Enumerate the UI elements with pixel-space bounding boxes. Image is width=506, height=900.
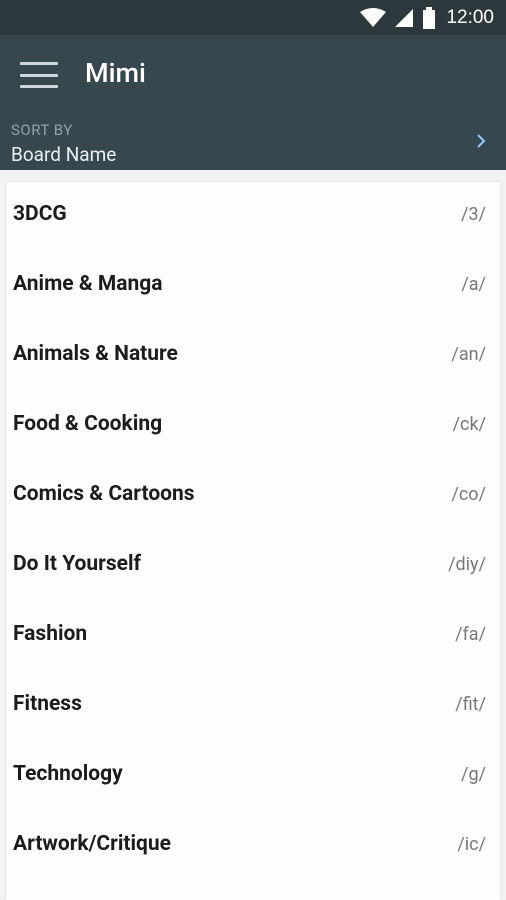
signal-icon	[394, 8, 414, 28]
board-code: /fit/	[455, 694, 486, 715]
board-list: 3DCG /3/ Anime & Manga /a/ Animals & Nat…	[6, 182, 500, 900]
board-name: Do It Yourself	[13, 552, 142, 576]
app-title: Mimi	[85, 57, 146, 89]
board-name: Artwork/Critique	[13, 832, 171, 856]
board-code: /diy/	[448, 554, 486, 575]
board-name: 3DCG	[13, 202, 67, 226]
board-row[interactable]: Artwork/Critique /ic/	[6, 812, 500, 882]
board-row[interactable]: Animals & Nature /an/	[6, 322, 500, 392]
board-name: Food & Cooking	[13, 412, 163, 436]
board-code: /ic/	[457, 834, 486, 855]
board-code: /3/	[461, 204, 486, 225]
board-name: Technology	[13, 762, 123, 786]
board-row[interactable]: Do It Yourself /diy/	[6, 532, 500, 602]
board-code: /fa/	[455, 624, 486, 645]
board-code: /co/	[451, 484, 486, 505]
board-name: Anime & Manga	[13, 272, 163, 296]
board-row[interactable]: 3DCG /3/	[6, 182, 500, 252]
status-bar: 12:00	[0, 0, 506, 35]
sort-by-value: Board Name	[11, 143, 117, 166]
hamburger-menu-icon[interactable]	[20, 62, 58, 88]
sort-by-label: SORT BY	[11, 121, 73, 139]
board-row[interactable]: Comics & Cartoons /co/	[6, 462, 500, 532]
board-row[interactable]: Technology /g/	[6, 742, 500, 812]
board-code: /g/	[461, 764, 486, 785]
board-name: Animals & Nature	[13, 342, 178, 366]
app-bar: Mimi SORT BY Board Name	[0, 35, 506, 170]
board-code: /a/	[461, 274, 486, 295]
wifi-icon	[360, 7, 387, 28]
status-time: 12:00	[446, 6, 494, 28]
board-row[interactable]: Fashion /fa/	[6, 602, 500, 672]
board-name: Fitness	[13, 692, 82, 716]
chevron-right-icon[interactable]	[476, 133, 486, 153]
board-name: Comics & Cartoons	[13, 482, 195, 506]
board-code: /an/	[451, 344, 486, 365]
board-code: /ck/	[452, 414, 486, 435]
board-row[interactable]: Fitness /fit/	[6, 672, 500, 742]
board-name: Fashion	[13, 622, 88, 646]
board-row[interactable]: Food & Cooking /ck/	[6, 392, 500, 462]
battery-icon	[422, 6, 436, 29]
board-row[interactable]: Anime & Manga /a/	[6, 252, 500, 322]
